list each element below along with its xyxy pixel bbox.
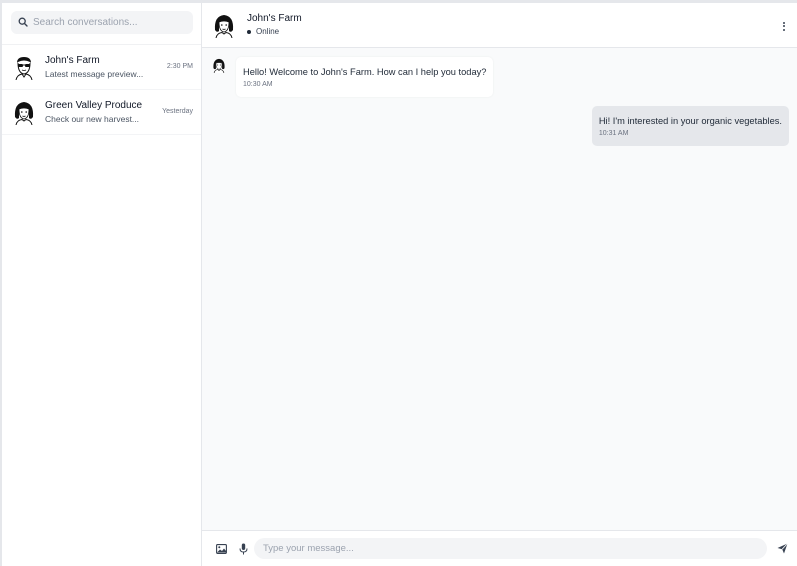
send-button[interactable] xyxy=(775,542,789,556)
chat-header: John's Farm Online xyxy=(202,3,797,48)
attach-image-button[interactable] xyxy=(214,542,228,556)
message-bubble: Hi! I'm interested in your organic veget… xyxy=(591,106,789,146)
message-list: Hello! Welcome to John's Farm. How can I… xyxy=(202,48,797,530)
conversation-time: 2:30 PM xyxy=(166,63,193,70)
man-sunglasses-avatar-icon xyxy=(15,57,33,80)
outgoing-message: Hi! I'm interested in your organic veget… xyxy=(591,106,789,146)
image-icon xyxy=(215,543,227,554)
message-bubble: Hello! Welcome to John's Farm. How can I… xyxy=(236,57,494,97)
more-vertical-icon xyxy=(783,21,785,24)
message-input[interactable] xyxy=(254,538,767,559)
send-icon xyxy=(777,543,788,554)
chat-panel: John's Farm Online Hello! Welcome to Joh… xyxy=(202,3,797,566)
more-options-button[interactable] xyxy=(779,19,789,33)
message-text: Hello! Welcome to John's Farm. How can I… xyxy=(243,67,487,77)
chat-contact-name: John's Farm xyxy=(247,12,302,24)
conversation-time: Yesterday xyxy=(162,108,193,115)
message-composer xyxy=(202,530,797,566)
search-input[interactable] xyxy=(11,11,193,34)
microphone-icon xyxy=(239,543,247,554)
status-dot-icon xyxy=(247,29,251,34)
search-icon xyxy=(18,17,28,27)
search-bar xyxy=(2,3,201,45)
conversation-sidebar: John's Farm Latest message preview... 2:… xyxy=(2,3,202,566)
online-status: Online xyxy=(247,26,302,38)
message-time: 10:31 AM xyxy=(598,130,629,137)
woman-avatar-icon xyxy=(14,102,34,125)
more-dot xyxy=(783,25,785,27)
message-text: Hi! I'm interested in your organic veget… xyxy=(598,116,782,126)
woman-avatar-icon xyxy=(214,15,234,38)
woman-avatar-icon xyxy=(213,58,225,73)
more-dot xyxy=(783,28,785,31)
search-box[interactable] xyxy=(11,11,193,34)
voice-message-button[interactable] xyxy=(236,542,250,556)
conversation-item-johns-farm[interactable]: John's Farm Latest message preview... 2:… xyxy=(2,45,201,90)
app-window: John's Farm Latest message preview... 2:… xyxy=(0,0,797,566)
incoming-message: Hello! Welcome to John's Farm. How can I… xyxy=(211,57,494,97)
conversation-item-green-valley-produce[interactable]: Green Valley Produce Check our new harve… xyxy=(2,90,201,135)
status-label: Online xyxy=(256,26,280,36)
message-time: 10:30 AM xyxy=(243,81,273,88)
